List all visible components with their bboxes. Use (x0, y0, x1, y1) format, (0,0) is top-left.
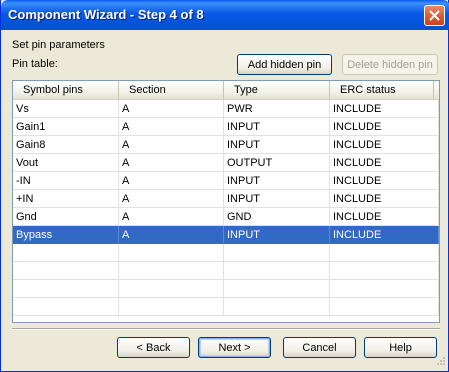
table-cell (224, 298, 330, 316)
table-cell[interactable]: INCLUDE (330, 172, 439, 190)
table-row[interactable]: +IN A INPUT INCLUDE (13, 190, 439, 208)
table-cell[interactable]: +IN (13, 190, 119, 208)
table-cell[interactable]: INCLUDE (330, 118, 439, 136)
empty-table-row (13, 244, 439, 262)
add-hidden-pin-button[interactable]: Add hidden pin (237, 54, 332, 75)
table-cell (330, 298, 439, 316)
table-cell (119, 244, 224, 262)
table-cell (330, 262, 439, 280)
table-cell (13, 244, 119, 262)
table-cell[interactable]: INCLUDE (330, 208, 439, 226)
table-cell[interactable]: Gain8 (13, 136, 119, 154)
column-header-section[interactable]: Section (119, 81, 224, 99)
title-bar[interactable]: Component Wizard - Step 4 of 8 (1, 0, 449, 30)
close-button[interactable] (424, 5, 445, 26)
table-cell (119, 298, 224, 316)
table-cell[interactable]: INCLUDE (330, 154, 439, 172)
table-cell (13, 298, 119, 316)
table-cell (224, 244, 330, 262)
pin-table-label: Pin table: (12, 58, 58, 70)
table-cell[interactable]: INCLUDE (330, 190, 439, 208)
table-cell[interactable]: INPUT (224, 172, 330, 190)
table-row[interactable]: -IN A INPUT INCLUDE (13, 172, 439, 190)
table-cell[interactable]: OUTPUT (224, 154, 330, 172)
table-row[interactable]: Gnd A GND INCLUDE (13, 208, 439, 226)
table-cell[interactable]: A (119, 208, 224, 226)
empty-table-row (13, 280, 439, 298)
component-wizard-window: Component Wizard - Step 4 of 8 Set pin p… (0, 0, 449, 372)
pin-table[interactable]: Symbol pins Section Type ERC status Vs A P… (12, 80, 440, 323)
table-cell[interactable]: INPUT (224, 190, 330, 208)
table-row[interactable]: Gain8 A INPUT INCLUDE (13, 136, 439, 154)
step-heading: Set pin parameters (12, 39, 105, 51)
table-cell[interactable]: -IN (13, 172, 119, 190)
table-cell[interactable]: Bypass (13, 226, 119, 244)
table-header: Symbol pins Section Type ERC status (13, 81, 439, 100)
table-cell[interactable]: INCLUDE (330, 226, 439, 244)
table-cell[interactable]: Gain1 (13, 118, 119, 136)
table-cell[interactable]: A (119, 100, 224, 118)
table-cell (13, 280, 119, 298)
help-button[interactable]: Help (364, 337, 437, 358)
table-cell[interactable]: INCLUDE (330, 136, 439, 154)
table-cell (119, 262, 224, 280)
table-cell[interactable]: A (119, 172, 224, 190)
column-header-type[interactable]: Type (224, 81, 330, 99)
table-cell (224, 280, 330, 298)
table-cell[interactable]: A (119, 226, 224, 244)
table-row[interactable]: Bypass A INPUT INCLUDE (13, 226, 439, 244)
button-divider (12, 328, 440, 330)
table-cell (224, 262, 330, 280)
column-header-erc-status[interactable]: ERC status (330, 81, 434, 99)
table-cell[interactable]: GND (224, 208, 330, 226)
back-button[interactable]: < Back (117, 337, 190, 358)
table-cell[interactable]: A (119, 136, 224, 154)
table-cell[interactable]: INPUT (224, 226, 330, 244)
table-cell[interactable]: Vs (13, 100, 119, 118)
table-cell (330, 244, 439, 262)
table-cell[interactable]: A (119, 154, 224, 172)
column-header-symbol-pins[interactable]: Symbol pins (13, 81, 119, 99)
table-row[interactable]: Gain1 A INPUT INCLUDE (13, 118, 439, 136)
next-button[interactable]: Next > (198, 337, 271, 358)
delete-hidden-pin-button[interactable]: Delete hidden pin (342, 54, 438, 75)
table-cell (13, 262, 119, 280)
table-cell[interactable]: INPUT (224, 118, 330, 136)
table-row[interactable]: Vs A PWR INCLUDE (13, 100, 439, 118)
empty-table-row (13, 262, 439, 280)
table-row[interactable]: Vout A OUTPUT INCLUDE (13, 154, 439, 172)
table-cell[interactable]: Vout (13, 154, 119, 172)
close-icon (429, 10, 440, 21)
empty-table-row (13, 298, 439, 316)
table-cell[interactable]: A (119, 190, 224, 208)
table-cell (330, 280, 439, 298)
table-cell[interactable]: INCLUDE (330, 100, 439, 118)
table-cell (119, 280, 224, 298)
table-cell[interactable]: Gnd (13, 208, 119, 226)
table-cell[interactable]: A (119, 118, 224, 136)
window-title: Component Wizard - Step 4 of 8 (8, 7, 204, 22)
resize-grip-icon[interactable] (434, 356, 446, 368)
table-cell[interactable]: PWR (224, 100, 330, 118)
cancel-button[interactable]: Cancel (283, 337, 356, 358)
table-cell[interactable]: INPUT (224, 136, 330, 154)
